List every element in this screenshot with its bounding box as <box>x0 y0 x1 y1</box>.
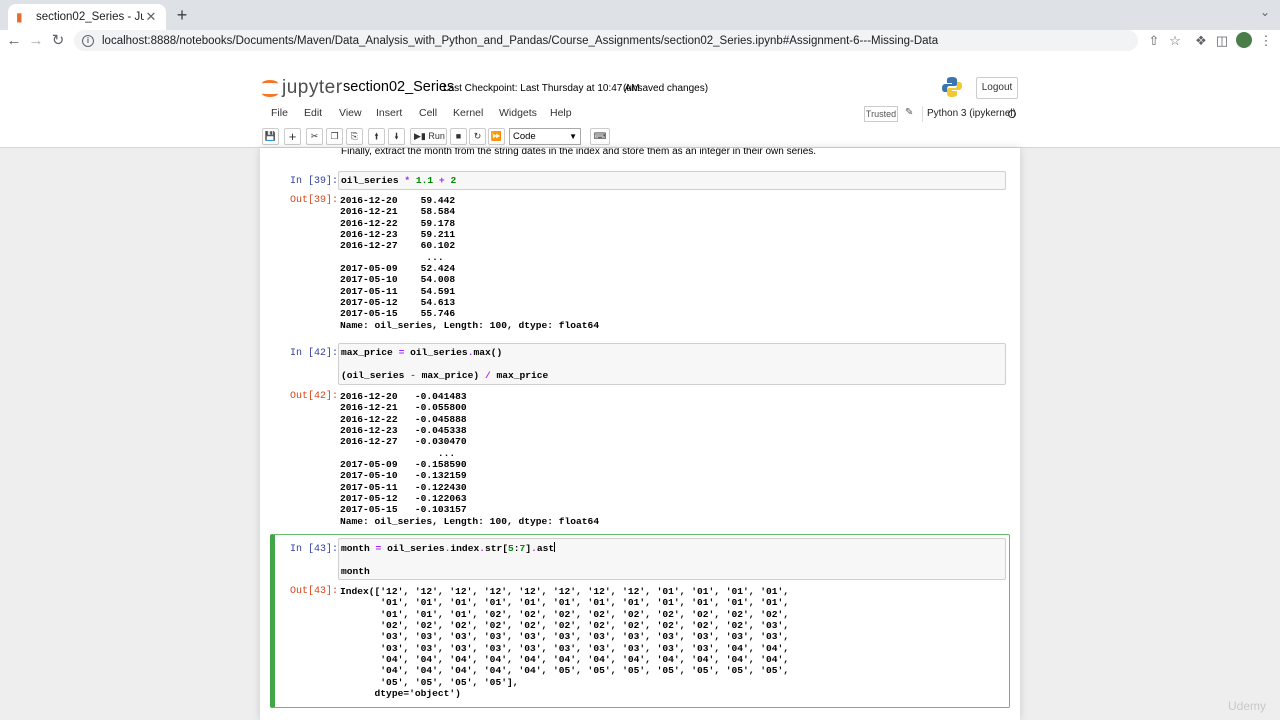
out-prompt-43: Out[43]: <box>289 586 338 597</box>
chevron-down-icon[interactable]: ⌄ <box>1260 5 1270 19</box>
tab-title: section02_Series - Jupyter No <box>36 11 144 23</box>
markdown-cell-text: Finally, extract the month from the stri… <box>341 148 817 157</box>
interrupt-icon[interactable]: ■ <box>450 128 467 145</box>
menu-insert[interactable]: Insert <box>376 107 402 119</box>
run-icon: ▶▮ <box>414 131 426 141</box>
logout-button[interactable]: Logout <box>976 77 1018 99</box>
menu-kernel[interactable]: Kernel <box>453 107 483 119</box>
forward-icon[interactable]: → <box>26 31 46 51</box>
browser-menu-icon[interactable]: ⋮ <box>1256 31 1276 51</box>
menu-file[interactable]: File <box>271 107 288 119</box>
menu-cell[interactable]: Cell <box>419 107 437 119</box>
new-tab-icon[interactable]: + <box>172 5 192 25</box>
insert-cell-icon[interactable]: + <box>284 128 301 145</box>
cut-icon[interactable]: ✂ <box>306 128 323 145</box>
url-path: :8888/notebooks/Documents/Maven/Data_Ana… <box>147 34 939 47</box>
bookmark-star-icon[interactable]: ☆ <box>1165 31 1185 51</box>
fast-forward-icon[interactable]: ⏩ <box>488 128 505 145</box>
notebook-toolbar: 💾 + ✂ ❐ ⎘ 🠙 🠛 ▶▮ Run ■ ↻ ⏩ Code ▼ ⌨ <box>260 128 1020 146</box>
run-button[interactable]: ▶▮ Run <box>410 128 447 145</box>
copy-icon[interactable]: ❐ <box>326 128 343 145</box>
move-down-icon[interactable]: 🠛 <box>388 128 405 145</box>
profile-avatar[interactable] <box>1236 32 1252 48</box>
in-prompt-39: In [39]: <box>289 176 338 187</box>
kernel-idle-indicator-icon <box>1008 110 1016 118</box>
run-label: Run <box>428 131 445 141</box>
out-prompt-39: Out[39]: <box>289 195 338 206</box>
code-input-43[interactable]: month = oil_series.index.str[5:7].ast mo… <box>338 538 1006 580</box>
browser-tab-bar: ▮ section02_Series - Jupyter No ✕ + ⌄ <box>0 0 1280 30</box>
code-input-42[interactable]: max_price = oil_series.max() (oil_series… <box>338 343 1006 385</box>
jupyter-logo[interactable]: jupyter <box>262 77 343 99</box>
cell-type-value: Code <box>513 131 536 142</box>
browser-tab[interactable]: ▮ section02_Series - Jupyter No ✕ <box>8 4 166 30</box>
menu-help[interactable]: Help <box>550 107 572 119</box>
udemy-watermark: Udemy <box>1228 699 1267 713</box>
keyboard-icon[interactable]: ⌨ <box>590 128 610 145</box>
menu-view[interactable]: View <box>339 107 362 119</box>
back-icon[interactable]: ← <box>4 31 24 51</box>
notebook-page: Finally, extract the month from the stri… <box>260 148 1020 720</box>
text-cursor <box>554 542 556 552</box>
menu-bar: File Edit View Insert Cell Kernel Widget… <box>260 104 1020 126</box>
edit-pencil-icon[interactable]: ✎ <box>905 107 913 118</box>
python-logo-icon <box>942 77 962 97</box>
jupyter-header: jupyter section02_Series Last Checkpoint… <box>0 52 1280 148</box>
output-43: Index(['12', '12', '12', '12', '12', '12… <box>340 586 790 700</box>
output-42: 2016-12-20 -0.041483 2016-12-21 -0.05580… <box>340 391 600 527</box>
browser-toolbar: ← → ↻ i localhost:8888/notebooks/Documen… <box>0 30 1280 52</box>
in-prompt-42: In [42]: <box>289 348 338 359</box>
paste-icon[interactable]: ⎘ <box>346 128 363 145</box>
code-input-39[interactable]: oil_series * 1.1 + 2 <box>338 171 1006 190</box>
menu-edit[interactable]: Edit <box>304 107 322 119</box>
menu-widgets[interactable]: Widgets <box>499 107 537 119</box>
trusted-badge[interactable]: Trusted <box>864 106 898 122</box>
cell-type-select[interactable]: Code ▼ <box>509 128 581 145</box>
chevron-down-icon: ▼ <box>569 132 577 141</box>
url-host: localhost <box>102 34 148 47</box>
address-bar[interactable]: i localhost:8888/notebooks/Documents/Mav… <box>74 30 1138 51</box>
close-tab-icon[interactable]: ✕ <box>144 9 158 25</box>
unsaved-status: (unsaved changes) <box>623 83 709 94</box>
out-prompt-42: Out[42]: <box>289 391 338 402</box>
in-prompt-43: In [43]: <box>289 544 338 555</box>
notebook-name[interactable]: section02_Series <box>343 79 454 95</box>
extensions-icon[interactable]: ❖ <box>1191 31 1211 51</box>
site-info-icon[interactable]: i <box>82 34 94 47</box>
jupyter-logo-icon <box>262 78 278 98</box>
jupyter-logo-text: jupyter <box>282 77 343 98</box>
move-up-icon[interactable]: 🠙 <box>368 128 385 145</box>
jupyter-favicon-icon: ▮ <box>16 10 23 24</box>
kernel-name: Python 3 (ipykernel) <box>922 106 1018 122</box>
output-39: 2016-12-20 59.442 2016-12-21 58.584 2016… <box>340 195 600 331</box>
save-icon[interactable]: 💾 <box>262 128 279 145</box>
reload-icon[interactable]: ↻ <box>48 31 68 51</box>
share-icon[interactable]: ⇧ <box>1144 31 1164 51</box>
sidebar-icon[interactable]: ◫ <box>1212 31 1232 51</box>
checkpoint-status: Last Checkpoint: Last Thursday at 10:47 … <box>443 83 640 94</box>
restart-icon[interactable]: ↻ <box>469 128 486 145</box>
